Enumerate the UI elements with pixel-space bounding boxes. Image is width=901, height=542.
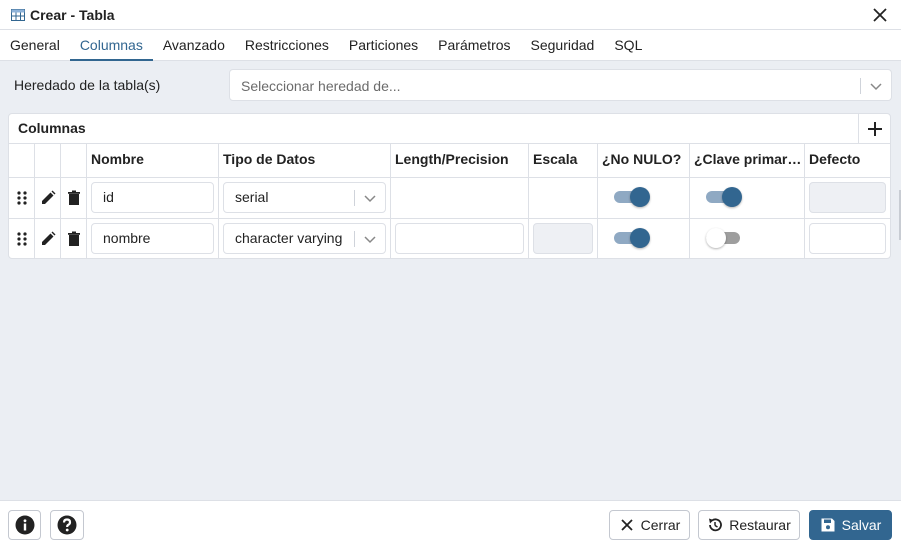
- header-nombre[interactable]: Nombre: [87, 144, 219, 177]
- tab-particiones[interactable]: Particiones: [339, 30, 428, 61]
- name-cell: id: [87, 178, 219, 218]
- default-cell: [805, 178, 890, 218]
- not-null-toggle[interactable]: [614, 228, 650, 248]
- help-icon: [57, 515, 77, 535]
- not-null-cell: [598, 178, 690, 218]
- primary-key-toggle[interactable]: [706, 228, 742, 248]
- default-cell: [805, 219, 890, 258]
- header-defecto[interactable]: Defecto: [805, 144, 890, 177]
- delete-cell: [61, 178, 87, 218]
- select-separator: [354, 231, 355, 247]
- scale-input: [533, 223, 593, 254]
- close-icon[interactable]: [871, 6, 889, 24]
- not-null-cell: [598, 219, 690, 258]
- data-type-select[interactable]: character varying: [223, 223, 386, 254]
- save-icon: [821, 518, 835, 532]
- edit-cell: [35, 178, 61, 218]
- length-input[interactable]: [395, 223, 524, 254]
- drag-handle-icon[interactable]: [14, 190, 30, 206]
- select-separator: [354, 190, 355, 206]
- data-type-value: character varying: [235, 230, 343, 246]
- header-clave-primaria[interactable]: ¿Clave primar…: [690, 144, 805, 177]
- primary-key-cell: [690, 178, 805, 218]
- dialog-title: Crear - Tabla: [30, 6, 115, 23]
- columns-panel-header: Columnas: [9, 114, 890, 144]
- select-separator: [860, 78, 861, 94]
- primary-key-cell: [690, 219, 805, 258]
- drag-handle-icon[interactable]: [14, 231, 30, 247]
- inherit-placeholder: Seleccionar heredad de...: [241, 78, 401, 94]
- reset-button[interactable]: Restaurar: [698, 510, 800, 540]
- inherit-select[interactable]: Seleccionar heredad de...: [229, 69, 892, 101]
- chevron-down-icon[interactable]: [363, 191, 377, 205]
- trash-icon[interactable]: [66, 231, 82, 247]
- drag-cell: [9, 178, 35, 218]
- length-cell: [391, 219, 529, 258]
- column-name-input[interactable]: id: [91, 182, 214, 213]
- chevron-down-icon[interactable]: [363, 232, 377, 246]
- columns-grid: Nombre Tipo de Datos Length/Precision Es…: [9, 144, 890, 258]
- header-edit-cell: [35, 144, 61, 177]
- reset-button-label: Restaurar: [729, 517, 791, 533]
- pencil-icon[interactable]: [40, 190, 56, 206]
- close-button-label: Cerrar: [640, 517, 681, 533]
- inherit-label: Heredado de la tabla(s): [14, 77, 161, 93]
- type-cell: serial: [219, 178, 391, 218]
- columns-panel-title: Columnas: [18, 120, 86, 136]
- drag-cell: [9, 219, 35, 258]
- grid-header-row: Nombre Tipo de Datos Length/Precision Es…: [9, 144, 890, 178]
- type-cell: character varying: [219, 219, 391, 258]
- header-no-nulo[interactable]: ¿No NULO?: [598, 144, 690, 177]
- name-cell: nombre: [87, 219, 219, 258]
- not-null-toggle[interactable]: [614, 187, 650, 207]
- default-input[interactable]: [809, 223, 886, 254]
- header-tipo-datos[interactable]: Tipo de Datos: [219, 144, 391, 177]
- reset-icon: [709, 518, 723, 532]
- close-icon: [621, 519, 633, 531]
- column-name-input[interactable]: nombre: [91, 223, 214, 254]
- table-icon: [11, 8, 25, 21]
- trash-icon[interactable]: [66, 190, 82, 206]
- tab-avanzado[interactable]: Avanzado: [153, 30, 235, 61]
- delete-cell: [61, 219, 87, 258]
- tab-restricciones[interactable]: Restricciones: [235, 30, 339, 61]
- tab-general[interactable]: General: [0, 30, 70, 61]
- table-row: nombre character varying: [9, 219, 890, 258]
- info-icon: [15, 515, 34, 535]
- close-button[interactable]: Cerrar: [609, 510, 690, 540]
- primary-key-toggle[interactable]: [706, 187, 742, 207]
- header-drag-cell: [9, 144, 35, 177]
- save-button-label: Salvar: [841, 517, 882, 533]
- tab-bar: General Columnas Avanzado Restricciones …: [0, 30, 901, 61]
- tab-columnas[interactable]: Columnas: [69, 30, 153, 61]
- data-type-value: serial: [235, 189, 269, 205]
- tab-sql[interactable]: SQL: [604, 30, 652, 61]
- default-input: [809, 182, 886, 213]
- dialog-footer: Cerrar Restaurar Salvar: [0, 500, 901, 542]
- plus-icon: [867, 122, 882, 136]
- help-button[interactable]: [50, 510, 84, 540]
- table-row: id serial: [9, 178, 890, 219]
- header-length-precision[interactable]: Length/Precision: [391, 144, 529, 177]
- add-column-button[interactable]: [858, 114, 890, 144]
- edit-cell: [35, 219, 61, 258]
- dialog-titlebar: Crear - Tabla: [0, 0, 901, 30]
- header-delete-cell: [61, 144, 87, 177]
- save-button[interactable]: Salvar: [809, 510, 892, 540]
- tab-parametros[interactable]: Parámetros: [428, 30, 520, 61]
- info-button[interactable]: [8, 510, 41, 540]
- pencil-icon[interactable]: [40, 231, 56, 247]
- tab-seguridad[interactable]: Seguridad: [521, 30, 605, 61]
- header-escala[interactable]: Escala: [529, 144, 598, 177]
- columns-panel: Columnas Nombre Tipo de Datos Length/Pre…: [8, 113, 891, 259]
- scale-cell: [529, 219, 598, 258]
- scale-cell: [529, 178, 598, 218]
- chevron-down-icon[interactable]: [869, 79, 883, 93]
- data-type-select[interactable]: serial: [223, 182, 386, 213]
- length-cell: [391, 178, 529, 218]
